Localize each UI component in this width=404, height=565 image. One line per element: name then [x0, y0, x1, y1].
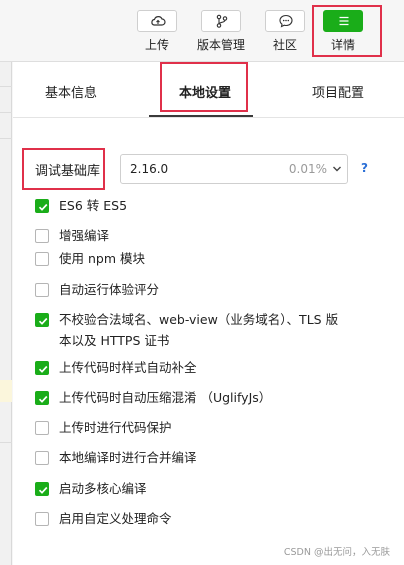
debug-library-row: 调试基础库 2.16.0 0.01% ? — [13, 148, 404, 190]
checkmark-icon — [38, 395, 48, 403]
checkbox[interactable] — [35, 512, 49, 526]
option-label: 上传代码时自动压缩混淆 （UglifyJs） — [59, 390, 272, 405]
branch-icon — [216, 14, 228, 28]
checkbox[interactable] — [35, 252, 49, 266]
debug-library-select[interactable]: 2.16.0 0.01% — [120, 154, 348, 184]
menu-icon — [339, 16, 349, 26]
library-usage-percent: 0.01% — [288, 162, 327, 176]
option-label: 本地编译时进行合并编译 — [59, 450, 197, 465]
checkmark-icon — [38, 317, 48, 325]
help-link[interactable]: ? — [361, 161, 368, 175]
version-icon-box — [201, 10, 241, 32]
option-label-line2: 本以及 HTTPS 证书 — [59, 333, 170, 348]
checkbox[interactable] — [35, 391, 49, 405]
settings-panel: 基本信息 本地设置 项目配置 调试基础库 2.16.0 0.01% ? ES6 … — [13, 62, 404, 565]
option-label: 增强编译 — [59, 228, 110, 243]
option-label: 自动运行体验评分 — [59, 282, 160, 297]
debug-library-label: 调试基础库 — [35, 164, 101, 179]
details-button[interactable]: 详情 — [312, 5, 382, 58]
option-label: 上传时进行代码保护 — [59, 420, 172, 435]
upload-icon-box — [137, 10, 177, 32]
version-management-button[interactable]: 版本管理 — [192, 6, 250, 58]
checkbox[interactable] — [35, 482, 49, 496]
option-label: 不校验合法域名、web-view（业务域名）、TLS 版 — [59, 312, 339, 327]
community-button[interactable]: 社区 — [256, 6, 314, 58]
checkbox[interactable] — [35, 451, 49, 465]
top-toolbar: 上传 版本管理 社区 详情 — [0, 0, 404, 62]
checkmark-icon — [38, 486, 48, 494]
settings-tabs: 基本信息 本地设置 项目配置 — [13, 62, 404, 118]
chat-bubble-icon — [279, 14, 293, 28]
strip-divider — [0, 442, 12, 443]
option-label: 启用自定义处理命令 — [59, 511, 172, 526]
strip-divider — [0, 86, 12, 87]
option-label: 启动多核心编译 — [59, 481, 147, 496]
option-label: ES6 转 ES5 — [59, 198, 128, 213]
version-management-label: 版本管理 — [196, 38, 245, 52]
checkbox[interactable] — [35, 199, 49, 213]
checkbox[interactable] — [35, 229, 49, 243]
checkmark-icon — [38, 365, 48, 373]
checkbox[interactable] — [35, 313, 49, 327]
checkbox[interactable] — [35, 283, 49, 297]
upload-label: 上传 — [144, 38, 169, 52]
strip-divider — [0, 138, 12, 139]
community-label: 社区 — [272, 38, 297, 52]
cloud-upload-icon — [151, 16, 166, 26]
chevron-down-icon — [333, 166, 341, 172]
details-icon-box — [323, 10, 363, 32]
checkbox[interactable] — [35, 421, 49, 435]
tab-basic-info[interactable]: 基本信息 — [45, 82, 97, 101]
checkbox[interactable] — [35, 361, 49, 375]
strip-divider — [0, 112, 12, 113]
community-icon-box — [265, 10, 305, 32]
option-label: 上传代码时样式自动补全 — [59, 360, 197, 375]
tab-project-config[interactable]: 项目配置 — [312, 82, 364, 101]
active-tab-indicator — [149, 115, 253, 117]
library-version: 2.16.0 — [130, 162, 169, 176]
strip-highlight — [0, 380, 12, 402]
watermark: CSDN @出无问，入无肤 — [283, 547, 390, 558]
checkmark-icon — [38, 203, 48, 211]
editor-edge-strip — [0, 62, 12, 565]
upload-button[interactable]: 上传 — [128, 6, 186, 58]
option-label: 使用 npm 模块 — [59, 251, 145, 266]
tab-highlight-box — [160, 62, 248, 112]
